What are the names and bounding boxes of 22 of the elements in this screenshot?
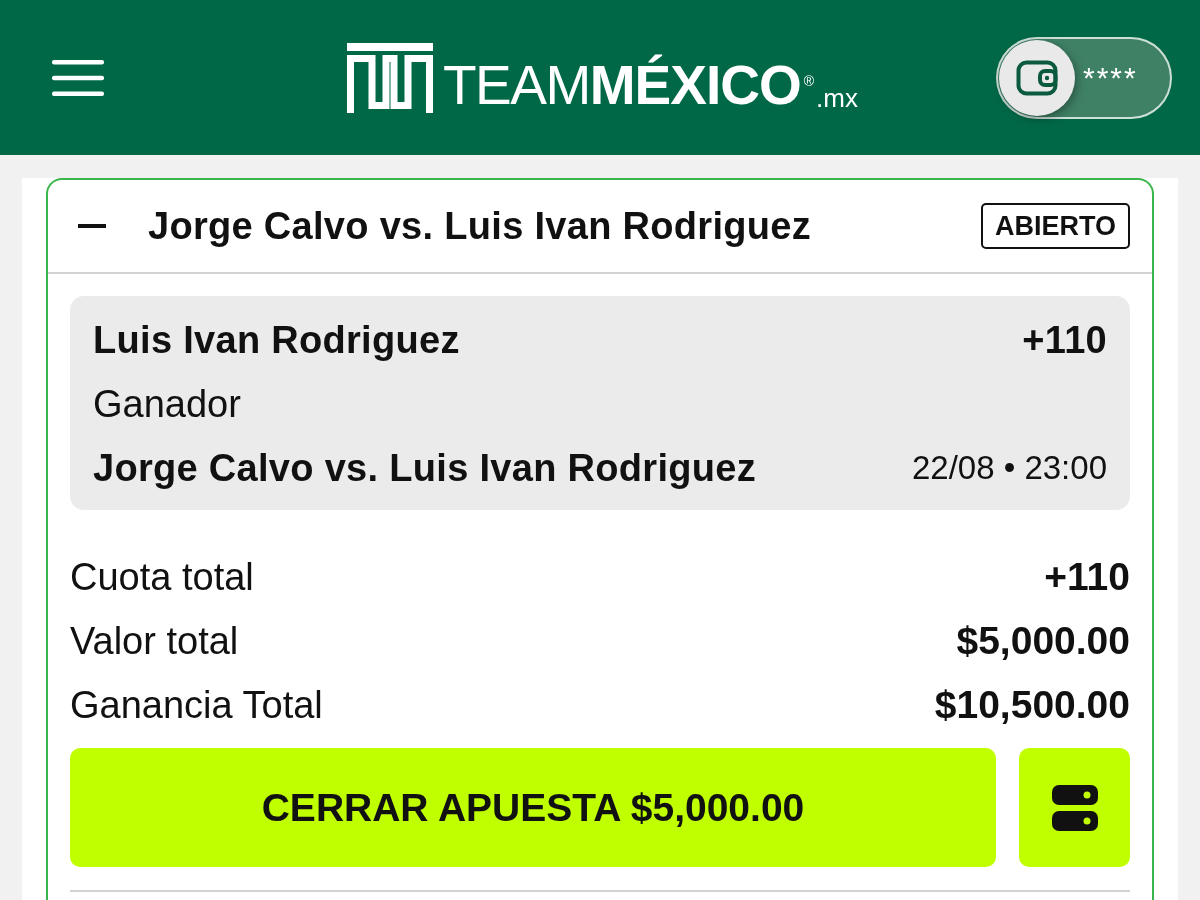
options-button[interactable] bbox=[1019, 748, 1130, 867]
selection-name: Luis Ivan Rodriguez bbox=[93, 318, 460, 362]
summary-label: Cuota total bbox=[70, 555, 254, 599]
logo-icon bbox=[347, 43, 433, 113]
cashout-button[interactable]: CERRAR APUESTA $5,000.00 bbox=[70, 748, 996, 867]
server-icon bbox=[1051, 784, 1098, 831]
wallet-icon bbox=[999, 39, 1075, 116]
summary-value: $10,500.00 bbox=[934, 683, 1130, 727]
summary-label: Ganancia Total bbox=[70, 683, 323, 727]
wallet-toggle[interactable]: **** bbox=[996, 36, 1172, 119]
market-label: Ganador bbox=[93, 382, 241, 426]
status-badge: ABIERTO bbox=[981, 203, 1130, 249]
menu-button[interactable] bbox=[52, 59, 104, 96]
summary-label: Valor total bbox=[70, 619, 239, 663]
logo-domain: .mx bbox=[816, 85, 858, 111]
bet-title: Jorge Calvo vs. Luis Ivan Rodriguez bbox=[148, 204, 812, 248]
summary-value: +110 bbox=[1044, 555, 1130, 599]
event-datetime: 22/08 • 23:00 bbox=[911, 449, 1107, 487]
odds-value: +110 bbox=[1022, 318, 1107, 362]
summary-value: $5,000.00 bbox=[956, 619, 1130, 663]
menu-icon bbox=[52, 59, 104, 96]
event-name: Jorge Calvo vs. Luis Ivan Rodriguez bbox=[93, 446, 756, 490]
